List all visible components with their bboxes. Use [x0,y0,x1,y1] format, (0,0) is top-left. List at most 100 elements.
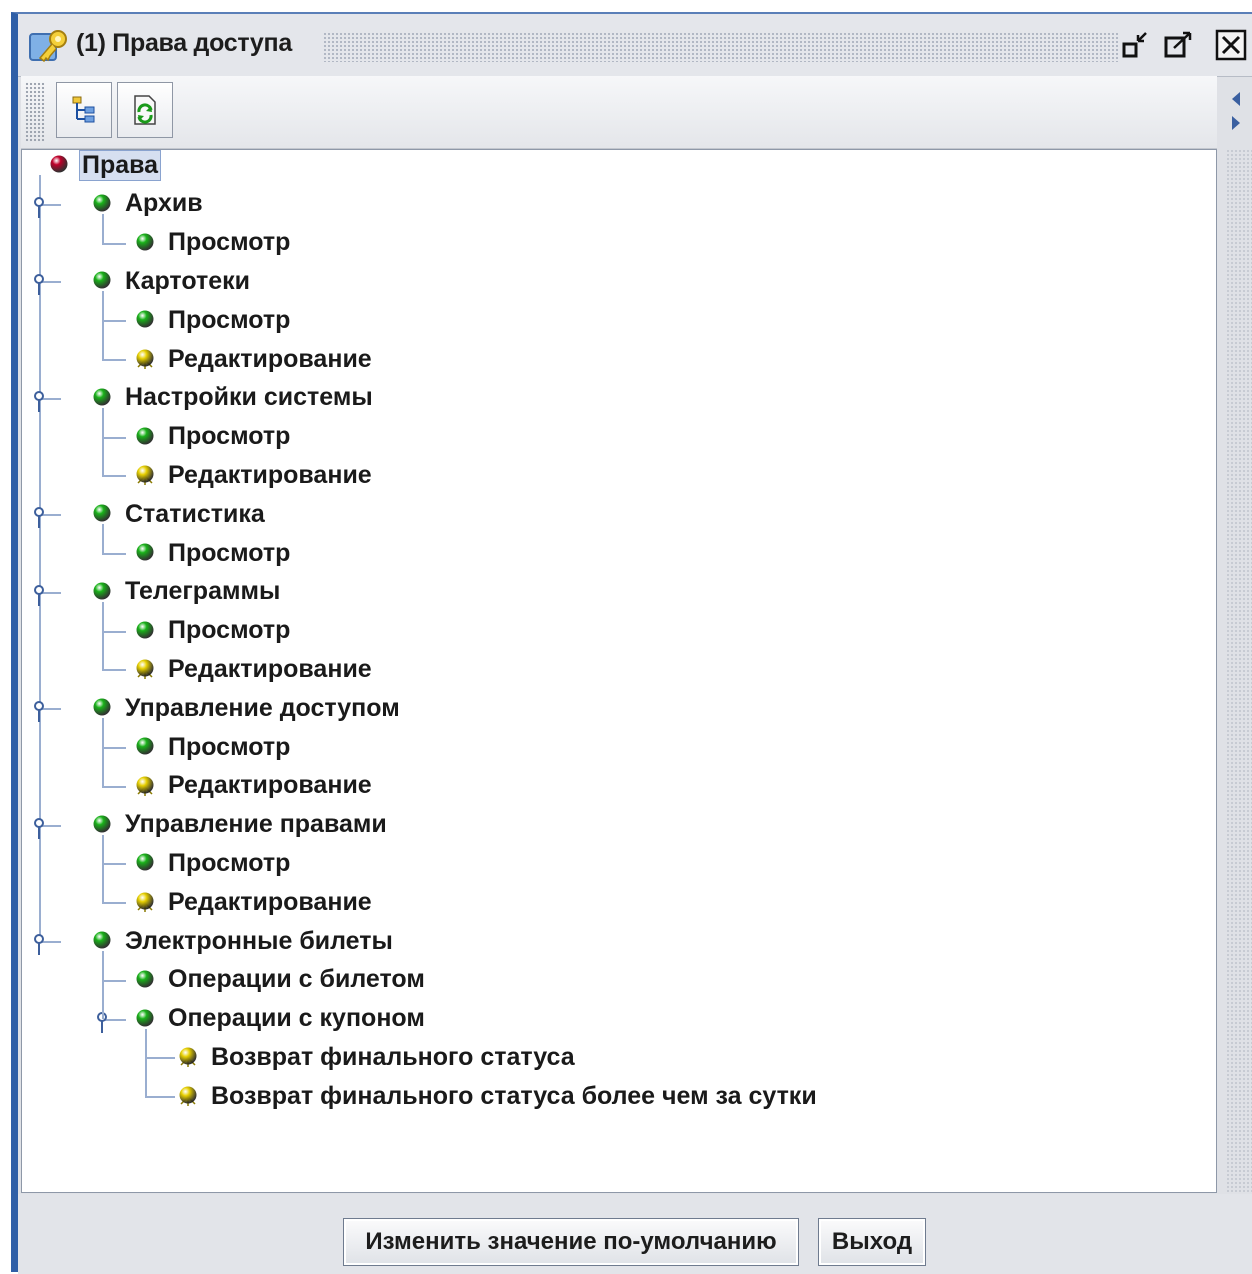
tree-node-label: Архив [125,189,203,218]
tree-connector [102,951,104,1019]
tree-node-label: Редактирование [168,460,372,489]
expand-toggle-icon[interactable] [33,390,45,412]
tree-connector [102,747,126,749]
refresh-button[interactable] [117,82,173,138]
button-bar: Изменить значение по-умолчанию Выход [18,1194,1252,1274]
toolbar-scroll-arrows[interactable] [1226,86,1246,146]
keys-icon [29,30,67,63]
tree-root-node[interactable]: Права [48,150,162,184]
yellow-status-icon [136,892,154,913]
green-status-icon [136,737,154,755]
tree-permission-node[interactable]: Редактирование [134,650,372,688]
tree-connector [102,553,126,555]
toolbar-grip[interactable] [25,82,45,142]
tree-node-label: Редактирование [168,654,372,683]
tree-permission-node[interactable]: Возврат финального статуса более чем за … [177,1077,817,1115]
tree-permission-node[interactable]: Просмотр [134,224,290,262]
tree-node-label: Просмотр [168,732,291,761]
tree-connector [102,718,104,786]
exit-button[interactable]: Выход [818,1218,926,1266]
tree-expand-button[interactable] [56,82,112,138]
green-status-icon [136,970,154,988]
green-status-icon [93,388,111,406]
tree-group-node[interactable]: Управление правами [91,806,387,844]
yellow-status-icon [179,1047,197,1068]
green-status-icon [136,233,154,251]
toolbar [21,76,1217,149]
expand-toggle-icon[interactable] [33,196,45,218]
tree-connector [102,863,126,866]
expand-toggle-icon[interactable] [33,933,45,955]
tree-group-node[interactable]: Управление доступом [91,689,400,727]
tree-connector [102,669,126,672]
tree-node-label: Возврат финального статуса более чем за … [211,1081,817,1110]
tree-group-node[interactable]: Архив [91,185,203,223]
tree-node-label: Редактирование [168,771,372,800]
tree-permission-node[interactable]: Операции с билетом [134,961,425,999]
tree-node-label: Просмотр [168,228,291,257]
tree-connector [102,407,104,476]
yellow-status-icon [136,659,154,680]
expand-toggle-icon[interactable] [33,817,45,839]
internal-frame: (1) Права доступа Права Архив Просмотр К… [11,12,1252,1274]
tree-connector [102,242,126,245]
tree-node-label: Редактирование [168,887,372,916]
tree-permission-node[interactable]: Редактирование [134,883,372,921]
change-default-button[interactable]: Изменить значение по-умолчанию [343,1218,799,1266]
tree-connector [102,979,126,982]
tree-permission-node[interactable]: Редактирование [134,456,372,494]
expand-toggle-icon[interactable] [33,273,45,296]
green-status-icon [93,698,111,716]
minimize-icon[interactable] [1118,28,1152,62]
tree-permission-node[interactable]: Просмотр [134,301,290,339]
maximize-icon[interactable] [1162,28,1196,62]
tree-permission-node[interactable]: Просмотр [134,418,290,456]
tree-connector [102,524,104,553]
tree-node-label: Статистика [125,499,265,528]
expand-toggle-icon[interactable] [33,700,45,723]
tree-group-node[interactable]: Картотеки [91,262,250,300]
tree-connector [102,902,126,905]
tree-node-label: Картотеки [125,266,250,295]
tree-connector [145,1057,175,1060]
green-status-icon [93,194,111,212]
tree-node-label: Просмотр [168,616,291,645]
green-status-icon [93,931,111,949]
yellow-status-icon [179,1086,197,1107]
permissions-tree[interactable]: Права Архив Просмотр Картотеки Просмотр Редак… [21,149,1217,1193]
green-status-icon [136,310,154,328]
tree-permission-node[interactable]: Редактирование [134,767,372,805]
yellow-status-icon [136,349,154,369]
close-icon[interactable] [1214,28,1248,62]
tree-permission-node[interactable]: Редактирование [134,340,372,378]
tree-connector [102,291,104,359]
tree-connector [145,1096,175,1099]
tree-node-label: Просмотр [168,422,291,451]
tree-permission-node[interactable]: Операции с купоном [134,1000,425,1038]
tree-node-label: Настройки системы [125,383,373,412]
root-status-icon [50,155,68,173]
green-status-icon [93,815,111,833]
green-status-icon [136,543,154,561]
tree-permission-node[interactable]: Возврат финального статуса [177,1038,575,1076]
tree-permission-node[interactable]: Просмотр [134,534,290,572]
tree-group-node[interactable]: Телеграммы [91,573,280,611]
tree-permission-node[interactable]: Просмотр [134,612,290,650]
side-strip [1226,149,1252,1193]
tree-group-node[interactable]: Статистика [91,495,265,533]
tree-permission-node[interactable]: Просмотр [134,728,290,766]
title-pattern [323,32,1118,62]
tree-permission-node[interactable]: Просмотр [134,844,290,882]
tree-node-label: Операции с билетом [168,965,425,994]
title-bar[interactable]: (1) Права доступа [18,14,1252,77]
tree-group-node[interactable]: Электронные билеты [91,922,393,960]
green-status-icon [136,853,154,871]
tree-connector [102,213,104,243]
tree-node-label: Управление доступом [125,693,400,722]
tree-connector [102,785,126,788]
tree-connector [102,320,126,323]
green-status-icon [93,271,111,289]
expand-toggle-icon[interactable] [33,506,45,529]
tree-group-node[interactable]: Настройки системы [91,379,373,417]
expand-toggle-icon[interactable] [33,584,45,606]
